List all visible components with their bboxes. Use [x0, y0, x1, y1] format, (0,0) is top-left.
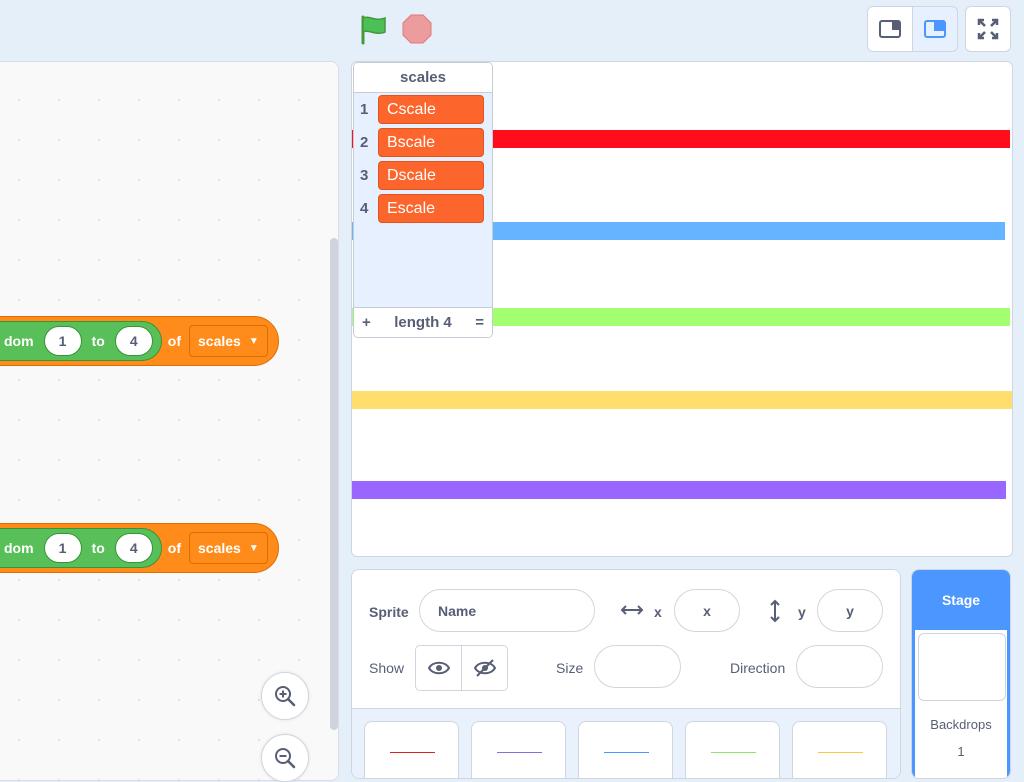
small-stage-icon	[879, 20, 901, 38]
list-item-value[interactable]: Dscale	[378, 161, 484, 190]
pick-random-block[interactable]: dom 1 to 4	[0, 528, 162, 568]
eye-icon	[427, 661, 450, 675]
list-monitor-scales[interactable]: scales 1 Cscale 2 Bscale 3 Dscale 4 Esca…	[353, 62, 493, 338]
eye-slash-icon	[473, 659, 496, 677]
to-label: to	[91, 333, 105, 349]
y-label: y	[798, 604, 806, 620]
backdrops-label: Backdrops	[930, 717, 992, 732]
list-item-row: 3 Dscale	[354, 159, 492, 192]
of-label: of	[167, 540, 181, 556]
zoom-in-icon	[275, 686, 296, 707]
x-placeholder: x	[703, 602, 711, 619]
small-stage-button[interactable]	[867, 6, 913, 52]
stage-target-header: Stage	[912, 570, 1010, 630]
green-flag-button[interactable]	[358, 14, 390, 46]
sprite-thumbnail[interactable]	[471, 721, 566, 778]
to-label: to	[91, 540, 105, 556]
stop-button[interactable]	[402, 14, 432, 44]
size-label: Size	[556, 660, 584, 676]
stage-target-panel[interactable]: Stage Backdrops 1	[911, 569, 1011, 779]
dropdown-caret-icon: ▼	[248, 335, 259, 347]
list-item-row: 2 Bscale	[354, 126, 492, 159]
random-from-input[interactable]: 1	[43, 533, 82, 563]
pick-random-block[interactable]: dom 1 to 4	[0, 321, 162, 361]
size-input[interactable]	[594, 645, 681, 688]
fullscreen-button[interactable]	[965, 6, 1011, 52]
item-of-list-block[interactable]: dom 1 to 4 of scales ▼	[0, 523, 279, 573]
stage-bar-purple	[352, 481, 1006, 499]
sprite-thumb-line	[497, 752, 542, 753]
x-label: x	[654, 604, 662, 620]
normal-stage-icon	[924, 20, 946, 38]
x-position-input[interactable]: x	[674, 589, 740, 632]
sprite-name-input[interactable]: Name	[419, 589, 595, 632]
y-position-icon	[770, 599, 780, 623]
workspace-scrollbar[interactable]	[330, 238, 338, 730]
random-from-input[interactable]: 1	[43, 326, 82, 356]
sprite-thumbnail[interactable]	[685, 721, 780, 778]
sprite-thumb-line	[711, 752, 756, 753]
of-label: of	[167, 333, 181, 349]
zoom-in-button[interactable]	[261, 672, 309, 720]
list-item-index: 2	[360, 134, 369, 151]
sprite-thumb-line	[818, 752, 863, 753]
x-position-icon	[620, 605, 644, 615]
normal-stage-button[interactable]	[912, 6, 958, 52]
direction-input[interactable]	[796, 645, 883, 688]
show-visible-button[interactable]	[415, 645, 462, 691]
list-item-row: 1 Cscale	[354, 93, 492, 126]
list-item-index: 3	[360, 167, 369, 184]
list-item-value[interactable]: Cscale	[378, 95, 484, 124]
list-monitor-footer: + length 4 =	[354, 307, 492, 337]
list-item-index: 1	[360, 101, 369, 118]
list-dropdown[interactable]: scales ▼	[189, 325, 268, 357]
zoom-out-icon	[275, 748, 296, 769]
green-flag-icon	[361, 15, 386, 45]
sprite-thumb-line	[390, 752, 435, 753]
list-resize-handle[interactable]: =	[475, 314, 484, 331]
random-to-input[interactable]: 4	[114, 326, 153, 356]
stop-icon	[402, 14, 432, 44]
show-hidden-button[interactable]	[461, 645, 508, 691]
pick-random-label: dom	[4, 540, 34, 556]
sprite-thumbnail[interactable]	[578, 721, 673, 778]
sprite-name-placeholder: Name	[438, 602, 477, 619]
sprite-thumbnail[interactable]	[792, 721, 887, 778]
pick-random-label: dom	[4, 333, 34, 349]
sprite-thumbnail[interactable]	[364, 721, 459, 778]
list-add-button[interactable]: +	[362, 314, 371, 331]
list-item-index: 4	[360, 200, 369, 217]
list-item-row: 4 Escale	[354, 192, 492, 225]
list-dropdown[interactable]: scales ▼	[189, 532, 268, 564]
list-dropdown-value: scales	[198, 333, 241, 349]
sprite-list	[352, 708, 900, 778]
direction-label: Direction	[730, 660, 786, 676]
y-placeholder: y	[846, 602, 854, 619]
fullscreen-icon	[977, 18, 999, 40]
y-position-input[interactable]: y	[817, 589, 883, 632]
sprite-info-panel: Sprite Name x x y y Show Size Direction	[351, 569, 901, 779]
backdrops-count: 1	[957, 744, 965, 759]
show-label: Show	[369, 660, 405, 676]
sprite-thumb-line	[604, 752, 649, 753]
zoom-out-button[interactable]	[261, 734, 309, 782]
dropdown-caret-icon: ▼	[248, 542, 259, 554]
sprite-label: Sprite	[369, 604, 409, 620]
list-item-value[interactable]: Bscale	[378, 128, 484, 157]
list-monitor-title: scales	[354, 63, 492, 93]
list-item-value[interactable]: Escale	[378, 194, 484, 223]
item-of-list-block[interactable]: dom 1 to 4 of scales ▼	[0, 316, 279, 366]
stage-bar-yellow	[352, 391, 1012, 409]
stage-thumbnail[interactable]	[918, 633, 1006, 701]
list-length-label: length 4	[394, 314, 452, 331]
list-dropdown-value: scales	[198, 540, 241, 556]
random-to-input[interactable]: 4	[114, 533, 153, 563]
